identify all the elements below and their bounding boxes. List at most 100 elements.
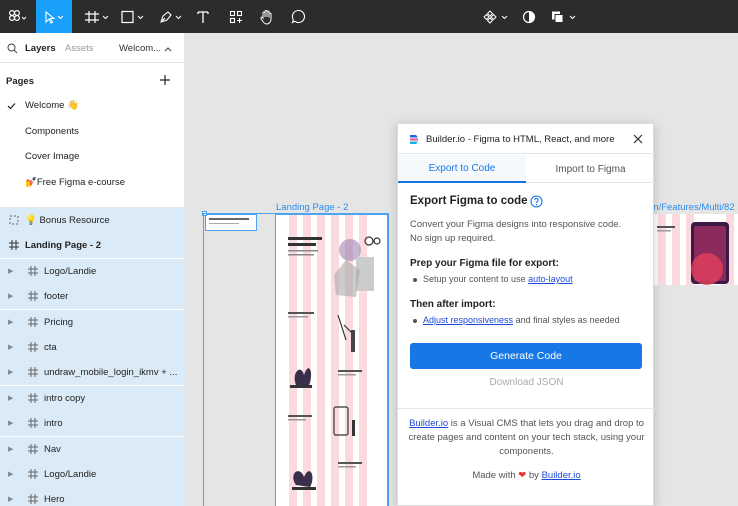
layer-label: cta bbox=[44, 342, 57, 353]
page-item-welcome[interactable]: Welcome 👋 bbox=[0, 96, 185, 116]
contrast-button[interactable] bbox=[519, 0, 539, 33]
frame-icon bbox=[28, 494, 38, 504]
move-tool-button[interactable] bbox=[36, 0, 72, 33]
caret-right-icon[interactable]: ▶ bbox=[8, 267, 13, 275]
builder-logo-icon bbox=[410, 135, 418, 144]
text-tool-button[interactable] bbox=[192, 0, 214, 33]
layer-row-landing-page-2[interactable]: Landing Page - 2 bbox=[0, 233, 185, 258]
made-with-text: Made with bbox=[472, 470, 516, 481]
layer-row[interactable]: ▶ Logo/Landie bbox=[0, 259, 185, 284]
layer-label: intro copy bbox=[44, 393, 86, 404]
figma-menu-button[interactable] bbox=[0, 0, 33, 33]
prep-heading: Prep your Figma file for export: bbox=[410, 258, 559, 269]
add-page-icon[interactable] bbox=[158, 73, 172, 87]
tab-assets[interactable]: Assets bbox=[65, 43, 94, 54]
dialog-tabs: Export to Code Import to Figma bbox=[398, 155, 655, 183]
prep-bullet-text: Setup your content to use bbox=[423, 274, 529, 284]
frame-icon bbox=[28, 444, 38, 454]
dialog-header: Builder.io - Figma to HTML, React, and m… bbox=[398, 124, 655, 154]
tab-import-to-figma[interactable]: Import to Figma bbox=[526, 155, 655, 183]
after-import-bullet: Adjust responsiveness and final styles a… bbox=[413, 315, 620, 325]
caret-right-icon[interactable]: ▶ bbox=[8, 343, 13, 351]
caret-right-icon[interactable]: ▶ bbox=[8, 419, 13, 427]
landing-page-preview bbox=[288, 236, 381, 490]
adjust-responsiveness-link[interactable]: Adjust responsiveness bbox=[423, 315, 513, 325]
page-item-components[interactable]: Components bbox=[0, 122, 185, 142]
layer-row[interactable]: ▶ Hero bbox=[0, 487, 185, 506]
layer-row[interactable]: ▶ Logo/Landie bbox=[0, 462, 185, 487]
tab-export-to-code[interactable]: Export to Code bbox=[398, 155, 526, 183]
shape-tool-icon bbox=[121, 10, 144, 23]
frame-icon bbox=[28, 418, 38, 428]
builder-footer-link[interactable]: Builder.io bbox=[409, 418, 448, 429]
layer-label: intro bbox=[44, 418, 63, 429]
landing-page-frame[interactable] bbox=[275, 214, 388, 506]
hand-tool-icon bbox=[260, 9, 272, 25]
resources-button[interactable] bbox=[225, 0, 247, 33]
page-item-label: Components bbox=[25, 126, 79, 137]
caret-right-icon[interactable]: ▶ bbox=[8, 292, 13, 300]
frame-label-landing-page[interactable]: Landing Page - 2 bbox=[276, 202, 348, 213]
comment-tool-icon bbox=[291, 9, 305, 24]
download-json-button[interactable]: Download JSON bbox=[398, 377, 655, 388]
layer-row[interactable]: ▶ intro bbox=[0, 411, 185, 436]
layer-row[interactable]: ▶ cta bbox=[0, 335, 185, 360]
figma-window: Layers Assets Welcom... Pages Welcome 👋 … bbox=[0, 0, 738, 506]
layer-label: Landing Page - 2 bbox=[25, 240, 102, 251]
dialog-footer-text: Builder.io is a Visual CMS that lets you… bbox=[406, 417, 647, 459]
caret-right-icon[interactable]: ▶ bbox=[8, 495, 13, 503]
pen-tool-icon bbox=[160, 10, 182, 23]
frame-label-features[interactable]: on/Features/Multi/82 bbox=[648, 202, 735, 213]
help-icon[interactable] bbox=[530, 195, 543, 208]
frame-tool-button[interactable] bbox=[80, 0, 114, 33]
features-preview bbox=[657, 222, 729, 285]
search-icon[interactable] bbox=[7, 43, 18, 54]
fill-icon bbox=[552, 11, 576, 23]
layer-row[interactable]: ▶ undraw_mobile_login_ikmv + ... bbox=[0, 360, 185, 385]
close-icon[interactable] bbox=[632, 133, 644, 145]
hand-tool-button[interactable] bbox=[256, 0, 278, 33]
page-item-cover-image[interactable]: Cover Image bbox=[0, 147, 185, 167]
layer-row[interactable]: ▶ footer bbox=[0, 284, 185, 309]
layer-row[interactable]: ▶ Nav bbox=[0, 437, 185, 462]
layer-row-bonus-resource[interactable]: 💡 Bonus Resource bbox=[0, 208, 185, 233]
frame-tool-icon bbox=[85, 10, 109, 23]
chevron-up-icon[interactable] bbox=[164, 46, 172, 52]
text-tool-icon bbox=[197, 10, 209, 23]
layer-label: Logo/Landie bbox=[44, 266, 97, 277]
page-item-label: Cover Image bbox=[25, 151, 80, 162]
components-button[interactable] bbox=[482, 0, 512, 33]
layer-row[interactable]: ▶ intro copy bbox=[0, 386, 185, 411]
contrast-icon bbox=[522, 10, 536, 23]
builder-plugin-dialog: Builder.io - Figma to HTML, React, and m… bbox=[397, 123, 655, 506]
layer-row[interactable]: ▶ Pricing bbox=[0, 310, 185, 335]
comment-tool-button[interactable] bbox=[287, 0, 309, 33]
builder-made-by-link[interactable]: Builder.io bbox=[542, 470, 581, 481]
frame-icon bbox=[28, 342, 38, 352]
shape-tool-button[interactable] bbox=[117, 0, 149, 33]
figma-menu-icon bbox=[8, 9, 26, 21]
tab-layers[interactable]: Layers bbox=[25, 43, 56, 54]
caret-right-icon[interactable]: ▶ bbox=[8, 318, 13, 326]
prep-bullet: Setup your content to use auto-layout bbox=[413, 274, 573, 284]
frame-icon bbox=[28, 469, 38, 479]
resources-icon bbox=[229, 10, 243, 23]
components-icon bbox=[483, 9, 508, 24]
page-switcher[interactable]: Welcom... bbox=[119, 43, 161, 54]
caret-right-icon[interactable]: ▶ bbox=[8, 368, 13, 376]
fill-button[interactable] bbox=[549, 0, 581, 33]
pen-tool-button[interactable] bbox=[155, 0, 187, 33]
made-by-text: by bbox=[528, 470, 539, 481]
dialog-separator bbox=[398, 408, 655, 409]
left-panel: Layers Assets Welcom... Pages Welcome 👋 … bbox=[0, 33, 185, 506]
auto-layout-link[interactable]: auto-layout bbox=[528, 274, 573, 284]
page-item-free-course[interactable]: 💅Free Figma e-course bbox=[0, 173, 185, 193]
frame-icon bbox=[28, 393, 38, 403]
after-import-heading: Then after import: bbox=[410, 299, 496, 310]
caret-right-icon[interactable]: ▶ bbox=[8, 394, 13, 402]
caret-right-icon[interactable]: ▶ bbox=[8, 445, 13, 453]
features-frame[interactable] bbox=[652, 214, 738, 285]
heart-icon: ❤ bbox=[518, 470, 527, 481]
caret-right-icon[interactable]: ▶ bbox=[8, 470, 13, 478]
generate-code-button[interactable]: Generate Code bbox=[410, 343, 642, 369]
